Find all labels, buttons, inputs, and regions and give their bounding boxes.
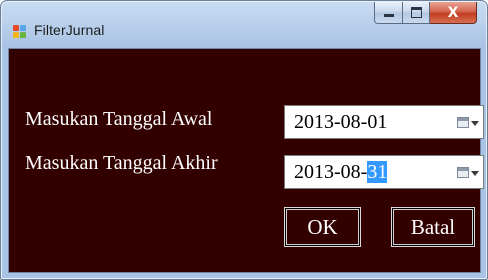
start-date-picker[interactable]: 2013-08-01	[284, 105, 484, 139]
maximize-icon	[410, 7, 422, 18]
filter-jurnal-window: FilterJurnal X Masukan Tanggal Awal Masu…	[0, 0, 488, 280]
minimize-button[interactable]	[374, 2, 403, 24]
chevron-down-icon[interactable]	[471, 171, 479, 176]
start-date-label: Masukan Tanggal Awal	[25, 108, 213, 130]
form-client-area: Masukan Tanggal Awal Masukan Tanggal Akh…	[8, 48, 484, 273]
end-date-selected-day: 31	[367, 161, 388, 183]
cancel-button[interactable]: Batal	[391, 207, 475, 247]
close-button[interactable]: X	[430, 2, 477, 24]
maximize-button[interactable]	[403, 2, 430, 24]
caption-buttons: X	[374, 2, 477, 26]
chevron-down-icon[interactable]	[471, 121, 479, 126]
end-date-label: Masukan Tanggal Akhir	[25, 152, 218, 174]
ok-button[interactable]: OK	[284, 207, 361, 247]
end-date-value: 2013-08-31	[294, 161, 388, 184]
calendar-icon	[457, 117, 469, 128]
end-date-picker[interactable]: 2013-08-31	[284, 155, 484, 189]
calendar-icon	[457, 167, 469, 178]
end-date-prefix: 2013-08-	[294, 161, 368, 183]
form-app-icon	[13, 25, 27, 39]
start-date-value: 2013-08-01	[294, 111, 388, 133]
close-icon: X	[447, 4, 459, 21]
minimize-icon	[383, 14, 394, 17]
window-title: FilterJurnal	[34, 22, 105, 38]
title-bar[interactable]: FilterJurnal X	[1, 1, 487, 49]
